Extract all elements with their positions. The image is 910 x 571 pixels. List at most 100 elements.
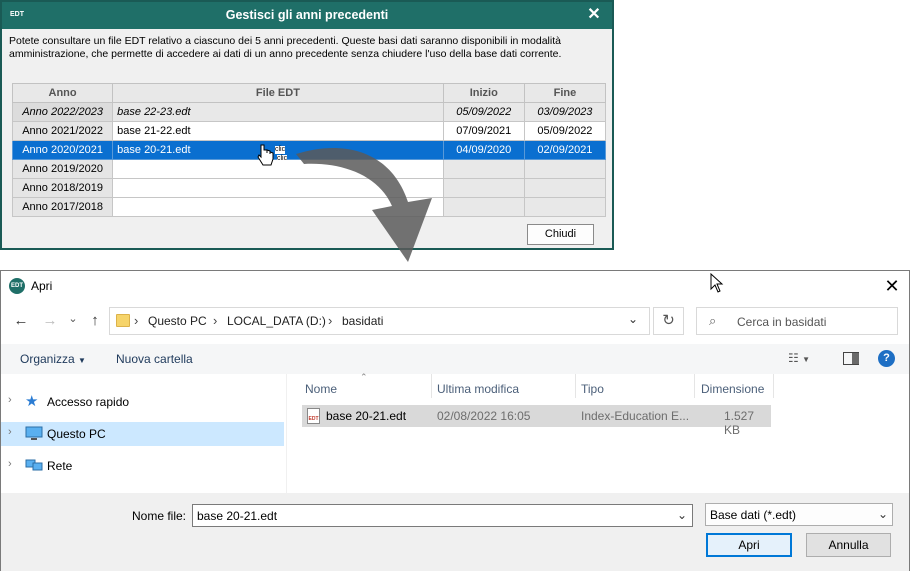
dialog-description: Potete consultare un file EDT relativo a… <box>9 35 562 60</box>
year-cell: Anno 2019/2020 <box>11 159 114 179</box>
nav-item-this-pc[interactable]: › Questo PC <box>1 422 284 446</box>
filetype-value: Base dati (*.edt) <box>710 508 797 522</box>
breadcrumb-questo-pc[interactable]: Questo PC <box>148 314 207 328</box>
year-cell: Anno 2017/2018 <box>11 197 114 217</box>
close-icon[interactable]: ✕ <box>881 275 903 297</box>
organize-label: Organizza <box>20 352 75 366</box>
prev-years-title-bar: EDT Gestisci gli anni precedenti ✕ <box>2 2 612 29</box>
breadcrumb-basidati[interactable]: basidati <box>342 314 383 328</box>
address-bar[interactable]: › Questo PC › LOCAL_DATA (D:) › basidati… <box>109 307 650 335</box>
open-button[interactable]: Apri <box>706 533 792 557</box>
start-date-cell <box>442 178 525 198</box>
column-divider[interactable] <box>773 374 774 398</box>
file-name: base 20-21.edt <box>326 409 407 423</box>
column-divider[interactable] <box>694 374 695 398</box>
refresh-icon[interactable]: ↻ <box>653 307 684 335</box>
end-date-cell <box>523 159 607 179</box>
file-modified: 02/08/2022 16:05 <box>437 409 531 423</box>
end-date-cell <box>523 178 607 198</box>
new-folder-button[interactable]: Nuova cartella <box>116 352 193 366</box>
column-divider[interactable] <box>575 374 576 398</box>
edt-file-icon: EDT <box>307 408 320 424</box>
close-button[interactable]: Chiudi <box>527 224 594 245</box>
star-icon: ★ <box>25 393 39 410</box>
pane-divider[interactable] <box>286 374 287 493</box>
breadcrumb-separator: › <box>134 313 139 328</box>
col-header-anno[interactable]: Anno <box>11 83 114 103</box>
nav-item-label: Rete <box>47 459 73 473</box>
table-row[interactable]: Anno 2022/2023 base 22-23.edt 05/09/2022… <box>11 102 607 122</box>
search-icon: ⌕ <box>709 313 717 328</box>
up-arrow-icon[interactable]: ↑ <box>86 312 104 330</box>
click-label: clic <box>275 146 286 154</box>
chevron-down-icon: ⌄ <box>878 507 889 521</box>
file-cell[interactable]: base 21-22.edt <box>112 121 444 141</box>
nav-item-network[interactable]: › Rete <box>1 454 284 478</box>
open-file-dialog: EDT Apri ✕ ← → ⌄ ↑ › Questo PC › LOCAL_D… <box>0 270 910 571</box>
col-header-nome[interactable]: Nome <box>305 382 337 396</box>
table-row[interactable]: Anno 2021/2022 base 21-22.edt 07/09/2021… <box>11 121 607 141</box>
computer-icon <box>25 426 43 441</box>
column-divider[interactable] <box>431 374 432 398</box>
command-bar: Organizza ▼ Nuova cartella ☷ ▼ ? <box>1 344 909 374</box>
navigation-pane: › ★ Accesso rapido › Questo PC › Rete <box>1 374 286 493</box>
year-cell: Anno 2020/2021 <box>11 140 114 160</box>
col-header-inizio[interactable]: Inizio <box>442 83 525 103</box>
forward-arrow-icon[interactable]: → <box>41 312 59 330</box>
file-list-header: Nome Ultima modifica Tipo Dimensione <box>301 378 771 401</box>
organize-menu[interactable]: Organizza ▼ <box>20 352 86 366</box>
curved-arrow-icon <box>290 140 450 270</box>
end-date-cell: 05/09/2022 <box>523 121 607 141</box>
start-date-cell <box>442 159 525 179</box>
col-header-size[interactable]: Dimensione <box>701 382 764 396</box>
filename-input[interactable]: base 20-21.edt ⌄ <box>192 504 693 527</box>
breadcrumb-separator: › <box>328 313 333 328</box>
breadcrumb-local-data[interactable]: LOCAL_DATA (D:) <box>227 314 326 328</box>
chevron-right-icon[interactable]: › <box>8 426 12 438</box>
open-dialog-title-bar: EDT Apri ✕ <box>1 271 909 301</box>
file-size: 1.527 KB <box>724 409 755 437</box>
chevron-down-icon: ▼ <box>78 356 86 365</box>
col-header-file[interactable]: File EDT <box>112 83 444 103</box>
end-date-cell <box>523 197 607 217</box>
preview-pane-icon[interactable] <box>843 352 859 365</box>
col-header-modified[interactable]: Ultima modifica <box>437 382 519 396</box>
start-date-cell: 07/09/2021 <box>442 121 525 141</box>
start-date-cell: 05/09/2022 <box>442 102 525 122</box>
cancel-button[interactable]: Annulla <box>806 533 891 557</box>
recent-locations-chevron-icon[interactable]: ⌄ <box>64 310 82 328</box>
search-placeholder: Cerca in basidati <box>737 315 827 329</box>
help-icon[interactable]: ? <box>878 350 895 367</box>
search-input[interactable]: ⌕ Cerca in basidati <box>696 307 898 335</box>
end-date-cell: 03/09/2023 <box>523 102 607 122</box>
dialog-title: Gestisci gli anni precedenti <box>225 8 389 22</box>
col-header-fine[interactable]: Fine <box>523 83 607 103</box>
breadcrumb-separator: › <box>213 313 218 328</box>
col-header-type[interactable]: Tipo <box>581 382 604 396</box>
nav-item-quick-access[interactable]: › ★ Accesso rapido <box>1 390 284 414</box>
dialog-title: Apri <box>31 279 53 293</box>
click-label: clic <box>277 155 288 163</box>
filetype-select[interactable]: Base dati (*.edt) ⌄ <box>705 503 893 526</box>
chevron-down-icon[interactable]: ⌄ <box>677 508 687 522</box>
chevron-right-icon[interactable]: › <box>8 458 12 470</box>
end-date-cell: 02/09/2021 <box>523 140 607 160</box>
close-icon[interactable]: ✕ <box>584 5 604 25</box>
mouse-cursor-icon <box>710 272 724 293</box>
folder-icon <box>116 314 130 327</box>
chevron-down-icon[interactable]: ⌄ <box>628 312 638 326</box>
filename-label: Nome file: <box>132 509 187 523</box>
year-cell: Anno 2022/2023 <box>11 102 114 122</box>
filename-value: base 20-21.edt <box>197 509 278 523</box>
back-arrow-icon[interactable]: ← <box>12 312 30 330</box>
nav-item-label: Questo PC <box>47 427 106 441</box>
year-cell: Anno 2021/2022 <box>11 121 114 141</box>
file-type: Index-Education E... <box>581 409 690 423</box>
chevron-right-icon[interactable]: › <box>8 394 12 406</box>
start-date-cell: 04/09/2020 <box>442 140 525 160</box>
file-row[interactable]: EDT base 20-21.edt 02/08/2022 16:05 Inde… <box>302 405 771 437</box>
network-icon <box>25 458 43 473</box>
view-options-icon[interactable]: ☷ ▼ <box>788 351 810 365</box>
file-cell[interactable]: base 22-23.edt <box>112 102 444 122</box>
edt-logo-icon: EDT <box>9 278 25 294</box>
